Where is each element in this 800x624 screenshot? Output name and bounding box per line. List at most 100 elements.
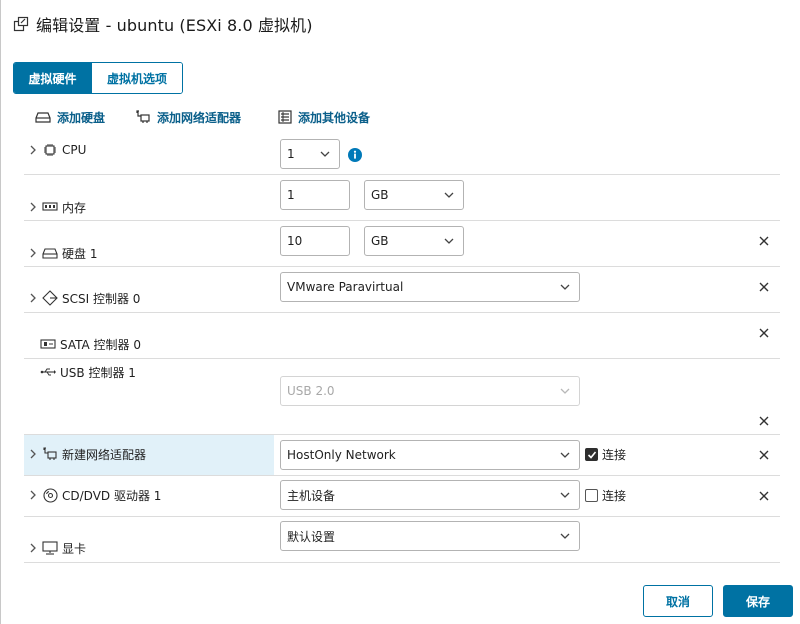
network-adapter-icon bbox=[136, 110, 150, 123]
save-button[interactable]: 保存 bbox=[723, 585, 793, 617]
memory-size-input[interactable]: 1 bbox=[280, 180, 350, 210]
chevron-right-icon[interactable] bbox=[26, 143, 40, 157]
remove-cdrom-close-icon[interactable] bbox=[757, 489, 771, 503]
hardware-row-disk: 硬盘 1 10 GB bbox=[24, 221, 780, 267]
usb-icon bbox=[40, 364, 56, 380]
disk-size-input[interactable]: 10 bbox=[280, 226, 350, 256]
video-label[interactable]: 显卡 bbox=[24, 539, 86, 557]
memory-icon bbox=[42, 199, 58, 215]
remove-usb-close-icon[interactable] bbox=[757, 414, 771, 428]
chevron-right-icon[interactable] bbox=[26, 447, 40, 461]
usb-label-cell: USB 控制器 1 bbox=[24, 359, 274, 434]
remove-network-close-icon[interactable] bbox=[757, 448, 771, 462]
cpu-count-select[interactable]: 1 bbox=[280, 139, 340, 169]
hardware-row-network: 新建网络适配器 HostOnly Network 连接 bbox=[24, 435, 780, 476]
cdrom-label-cell: CD/DVD 驱动器 1 bbox=[24, 476, 274, 516]
tab-vm-options[interactable]: 虚拟机选项 bbox=[91, 63, 182, 93]
dialog-title: 编辑设置 - ubuntu (ESXi 8.0 虚拟机) bbox=[36, 16, 313, 35]
chevron-down-icon bbox=[444, 238, 454, 244]
edit-settings-dialog: 编辑设置 - ubuntu (ESXi 8.0 虚拟机) 虚拟硬件 虚拟机选项 … bbox=[0, 0, 800, 624]
cdrom-label-text: CD/DVD 驱动器 1 bbox=[62, 488, 162, 503]
scsi-label[interactable]: SCSI 控制器 0 bbox=[24, 289, 140, 307]
cdrom-value: 主机设备 bbox=[287, 488, 336, 503]
hardware-toolbar: 添加硬盘 添加网络适配器 添加其他设备 bbox=[35, 108, 398, 126]
network-label-text: 新建网络适配器 bbox=[62, 447, 147, 462]
cpu-label-text: CPU bbox=[62, 143, 87, 157]
memory-unit-value: GB bbox=[371, 188, 389, 202]
usb-label-text: USB 控制器 1 bbox=[60, 365, 136, 380]
tab-virtual-hardware[interactable]: 虚拟硬件 bbox=[14, 63, 91, 93]
sata-label: SATA 控制器 0 bbox=[24, 335, 141, 353]
checkbox-unchecked-icon[interactable] bbox=[585, 489, 598, 502]
chevron-right-icon[interactable] bbox=[26, 488, 40, 502]
add-network-adapter-button[interactable]: 添加网络适配器 bbox=[135, 109, 278, 126]
disk-unit-value: GB bbox=[371, 234, 389, 248]
remove-scsi-close-icon[interactable] bbox=[757, 280, 771, 294]
memory-label[interactable]: 内存 bbox=[24, 198, 86, 216]
scsi-label-text: SCSI 控制器 0 bbox=[62, 291, 141, 306]
disk-label[interactable]: 硬盘 1 bbox=[24, 244, 97, 262]
chevron-down-icon bbox=[560, 284, 570, 290]
sata-controller-icon bbox=[40, 336, 56, 352]
cpu-label[interactable]: CPU bbox=[24, 141, 86, 159]
cancel-button[interactable]: 取消 bbox=[643, 585, 713, 617]
chevron-down-icon bbox=[560, 388, 570, 394]
settings-tabs: 虚拟硬件 虚拟机选项 bbox=[13, 62, 183, 94]
chevron-right-icon[interactable] bbox=[26, 200, 40, 214]
hardware-row-usb: USB 控制器 1 USB 2.0 bbox=[24, 359, 780, 435]
network-connect-label: 连接 bbox=[602, 448, 627, 462]
add-other-device-button[interactable]: 添加其他设备 bbox=[278, 109, 398, 126]
network-connect-checkbox[interactable]: 连接 bbox=[585, 446, 626, 463]
cpu-label-cell: CPU bbox=[24, 132, 274, 174]
add-hard-disk-button[interactable]: 添加硬盘 bbox=[35, 109, 135, 126]
disk-size-value: 10 bbox=[287, 234, 303, 248]
cpu-count-value: 1 bbox=[287, 147, 295, 161]
chevron-right-icon[interactable] bbox=[26, 541, 40, 555]
chevron-right-icon[interactable] bbox=[26, 291, 40, 305]
sata-label-text: SATA 控制器 0 bbox=[60, 337, 141, 352]
chevron-down-icon bbox=[444, 192, 454, 198]
cdrom-select[interactable]: 主机设备 bbox=[280, 480, 580, 510]
cpu-chip-icon bbox=[42, 142, 58, 158]
network-label-cell: 新建网络适配器 bbox=[24, 435, 274, 475]
disk-label-cell: 硬盘 1 bbox=[24, 221, 274, 266]
chevron-down-icon bbox=[560, 452, 570, 458]
dialog-title-bar: 编辑设置 - ubuntu (ESXi 8.0 虚拟机) bbox=[13, 12, 313, 36]
memory-unit-select[interactable]: GB bbox=[364, 180, 464, 210]
remove-disk-close-icon[interactable] bbox=[757, 234, 771, 248]
chevron-right-icon[interactable] bbox=[26, 246, 40, 260]
hardware-row-video: 显卡 默认设置 bbox=[24, 517, 780, 563]
chevron-down-icon bbox=[320, 151, 330, 157]
network-select[interactable]: HostOnly Network bbox=[280, 440, 580, 470]
hardware-row-cdrom: CD/DVD 驱动器 1 主机设备 连接 bbox=[24, 476, 780, 517]
cdrom-connect-checkbox[interactable]: 连接 bbox=[585, 487, 626, 504]
remove-sata-close-icon[interactable] bbox=[757, 326, 771, 340]
chevron-down-icon bbox=[560, 533, 570, 539]
video-select[interactable]: 默认设置 bbox=[280, 521, 580, 551]
cdrom-label[interactable]: CD/DVD 驱动器 1 bbox=[24, 486, 161, 504]
scsi-type-select[interactable]: VMware Paravirtual bbox=[280, 272, 580, 302]
usb-label: USB 控制器 1 bbox=[24, 363, 136, 381]
chevron-down-icon bbox=[560, 492, 570, 498]
network-label[interactable]: 新建网络适配器 bbox=[24, 445, 146, 463]
add-network-adapter-label: 添加网络适配器 bbox=[157, 110, 242, 125]
cdrom-connect-label: 连接 bbox=[602, 489, 627, 503]
device-list-icon bbox=[278, 110, 292, 124]
memory-label-cell: 内存 bbox=[24, 175, 274, 220]
info-icon[interactable] bbox=[348, 148, 362, 162]
scsi-controller-icon bbox=[42, 290, 58, 306]
hardware-row-memory: 内存 1 GB bbox=[24, 175, 780, 221]
video-label-text: 显卡 bbox=[62, 541, 87, 556]
memory-label-text: 内存 bbox=[62, 200, 87, 215]
sata-label-cell: SATA 控制器 0 bbox=[24, 313, 274, 358]
monitor-icon bbox=[42, 540, 58, 556]
usb-type-value: USB 2.0 bbox=[287, 384, 335, 398]
usb-type-select: USB 2.0 bbox=[280, 376, 580, 406]
checkbox-checked-icon[interactable] bbox=[585, 448, 598, 461]
cd-dvd-icon bbox=[42, 487, 58, 503]
hardware-row-cpu: CPU 1 bbox=[24, 132, 780, 175]
hardware-row-sata: SATA 控制器 0 bbox=[24, 313, 780, 359]
memory-size-value: 1 bbox=[287, 188, 295, 202]
scsi-type-value: VMware Paravirtual bbox=[287, 280, 404, 294]
disk-unit-select[interactable]: GB bbox=[364, 226, 464, 256]
